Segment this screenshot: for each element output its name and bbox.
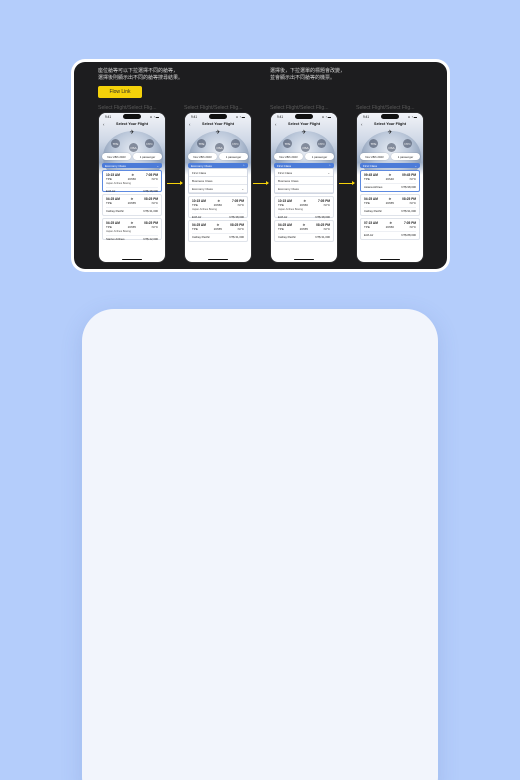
home-indicator xyxy=(380,258,400,260)
flow-arrow xyxy=(253,181,269,185)
flight-card[interactable]: 10:15 AM ✈ 7:05 PM TPE 16h50 NYC Japan Airli… xyxy=(102,170,162,193)
dropdown-option[interactable]: First Class ⌄ xyxy=(275,169,333,177)
phone-screen-2[interactable]: 9:41 ▪▪ ◔ ▬ ‹ Select Your Flight ✈ TPE NYC… xyxy=(184,112,252,263)
flow-arrow xyxy=(167,181,183,185)
nav-header: ‹ Select Your Flight xyxy=(185,120,251,128)
phone-screen-4[interactable]: 9:41 ▪▪ ◔ ▬ ‹ Select Your Flight ✈ TPE NYC… xyxy=(356,112,424,263)
city-bubble: NYC xyxy=(317,139,326,148)
city-bubble: NYC xyxy=(231,139,240,148)
city-bubble: OSA xyxy=(387,143,396,152)
flight-card[interactable]: 04:25 AM ✈ 08:25 PM TPE 16h55 NYC Cathay Pac… xyxy=(274,220,334,242)
date-chip[interactable]: Nov 28th 2023 xyxy=(188,153,217,160)
dynamic-island xyxy=(123,114,141,119)
date-chip[interactable]: Nov 28th 2023 xyxy=(102,153,131,160)
flight-card[interactable]: 09:45 AM ✈ 09:45 PM TPE 16h40 NYC Asiana Air… xyxy=(360,170,420,192)
flight-card[interactable]: 04:25 AM ✈ 08:25 PM TPE 16h55 NYC Cathay Pac… xyxy=(360,194,420,216)
dropdown-option[interactable]: Business Class xyxy=(275,177,333,185)
signal-icon: ▪▪ ◔ ▬ xyxy=(235,114,245,119)
signal-icon: ▪▪ ◔ ▬ xyxy=(149,114,159,119)
home-indicator xyxy=(122,258,142,260)
class-dropdown: First Class ⌄ Business Class Economy Clas… xyxy=(274,168,334,194)
flow-arrow xyxy=(339,181,355,185)
city-bubble: TPE xyxy=(111,139,120,148)
flight-card[interactable]: 10:15 AM ✈ 7:05 PM TPE 16h50 NYC Japan Airli… xyxy=(188,196,248,219)
city-bubbles: TPE NYC OSA xyxy=(99,137,165,152)
city-bubble: TPE xyxy=(197,139,206,148)
passenger-chip[interactable]: 1 passenger xyxy=(305,153,334,160)
plane-icon: ✈ xyxy=(129,130,135,136)
status-bar: 9:41 ▪▪ ◔ ▬ xyxy=(105,114,159,119)
search-chips: Nov 28th 2023 1 passenger xyxy=(185,153,251,160)
chevron-up-icon: ⌃ xyxy=(242,163,245,168)
flight-card[interactable]: 10:15 AM ✈ 7:05 PM TPE 16h50 NYC Japan Airli… xyxy=(274,196,334,219)
page-title: Select Your Flight xyxy=(288,122,320,126)
dynamic-island xyxy=(209,114,227,119)
annotation-note-left: 座位艙等可以下拉選擇不同的艙等， 選擇後則顯示出不同的艙等搜尋結果。 xyxy=(98,68,184,81)
plane-icon: ✈ xyxy=(387,130,393,136)
city-bubble: OSA xyxy=(301,143,310,152)
city-bubble: TPE xyxy=(283,139,292,148)
frame-label: Select Flight/Select Flig... xyxy=(270,105,329,111)
chevron-up-icon: ⌃ xyxy=(328,163,331,168)
city-bubble: OSA xyxy=(129,143,138,152)
page-title: Select Your Flight xyxy=(202,122,234,126)
dropdown-option[interactable]: Economy Class xyxy=(275,185,333,193)
flight-card[interactable]: 07:15 AM ✈ 7:05 PM TPE 16h50 NYC EVA Air NT$ … xyxy=(360,218,420,240)
page-title: Select Your Flight xyxy=(116,122,148,126)
dropdown-option[interactable]: Business Class xyxy=(189,177,247,185)
class-dropdown: First Class Business Class Economy Class… xyxy=(188,168,248,194)
search-chips: Nov 28th 2023 1 passenger xyxy=(271,153,337,160)
plane-icon: ✈ xyxy=(301,130,307,136)
city-bubbles: TPE NYC OSA xyxy=(357,137,423,152)
plane-icon: ✈ xyxy=(215,130,221,136)
home-indicator xyxy=(208,258,228,260)
date-chip[interactable]: Nov 28th 2023 xyxy=(274,153,303,160)
dropdown-option[interactable]: Economy Class ⌄ xyxy=(189,185,247,193)
dropdown-option[interactable]: First Class xyxy=(189,169,247,177)
frame-label: Select Flight/Select Flig... xyxy=(98,105,157,111)
date-chip[interactable]: Nov 28th 2023 xyxy=(360,153,389,160)
passenger-chip[interactable]: 1 passenger xyxy=(391,153,420,160)
home-indicator xyxy=(294,258,314,260)
search-chips: Nov 28th 2023 1 passenger xyxy=(99,153,165,160)
city-bubbles: TPE NYC OSA xyxy=(185,137,251,152)
signal-icon: ▪▪ ◔ ▬ xyxy=(407,114,417,119)
city-bubble: NYC xyxy=(403,139,412,148)
nav-header: ‹ Select Your Flight xyxy=(357,120,423,128)
city-bubble: OSA xyxy=(215,143,224,152)
city-bubble: NYC xyxy=(145,139,154,148)
status-bar: 9:41 ▪▪ ◔ ▬ xyxy=(191,114,245,119)
flight-card[interactable]: 04:25 AM ✈ 08:25 PM TPE 16h55 NYC Cathay Pac… xyxy=(188,220,248,242)
city-bubble: TPE xyxy=(369,139,378,148)
page-title: Select Your Flight xyxy=(374,122,406,126)
flow-link-button[interactable]: Flow Link xyxy=(98,86,142,98)
phone-screen-1[interactable]: 9:41 ▪▪ ◔ ▬ ‹ Select Your Flight ✈ TPE NYC… xyxy=(98,112,166,263)
chevron-down-icon: ⌄ xyxy=(414,163,417,168)
nav-header: ‹ Select Your Flight xyxy=(99,120,165,128)
frame-label: Select Flight/Select Flig... xyxy=(184,105,243,111)
class-select[interactable]: Economy Class ⌄ xyxy=(102,163,162,168)
flow-board: 座位艙等可以下拉選擇不同的艙等， 選擇後則顯示出不同的艙等搜尋結果。 選擇後，下… xyxy=(71,59,450,272)
phone-screen-3[interactable]: 9:41 ▪▪ ◔ ▬ ‹ Select Your Flight ✈ TPE NYC… xyxy=(270,112,338,263)
search-chips: Nov 28th 2023 1 passenger xyxy=(357,153,423,160)
chevron-down-icon: ⌄ xyxy=(327,170,330,175)
flow-board-canvas: 座位艙等可以下拉選擇不同的艙等， 選擇後則顯示出不同的艙等搜尋結果。 選擇後，下… xyxy=(74,62,447,269)
nav-header: ‹ Select Your Flight xyxy=(271,120,337,128)
chevron-down-icon: ⌄ xyxy=(156,163,159,168)
city-bubbles: TPE NYC OSA xyxy=(271,137,337,152)
status-bar: 9:41 ▪▪ ◔ ▬ xyxy=(363,114,417,119)
empty-panel xyxy=(82,309,438,780)
passenger-chip[interactable]: 1 passenger xyxy=(219,153,248,160)
flight-card[interactable]: 04:25 AM ✈ 08:25 PM TPE 16h55 NYC Cathay Pac… xyxy=(102,194,162,216)
annotation-note-right: 選擇後，下拉選單的標題會改變， 並會顯示出不同艙等的機票。 xyxy=(270,68,346,81)
flight-card[interactable]: 04:25 AM ✈ 08:25 PM TPE 16h55 NYC Japan Airl… xyxy=(102,218,162,241)
frame-label: Select Flight/Select Flig... xyxy=(356,105,415,111)
class-select[interactable]: First Class ⌄ xyxy=(360,163,420,168)
dynamic-island xyxy=(381,114,399,119)
passenger-chip[interactable]: 1 passenger xyxy=(133,153,162,160)
status-bar: 9:41 ▪▪ ◔ ▬ xyxy=(277,114,331,119)
dynamic-island xyxy=(295,114,313,119)
chevron-down-icon: ⌄ xyxy=(241,186,244,191)
signal-icon: ▪▪ ◔ ▬ xyxy=(321,114,331,119)
